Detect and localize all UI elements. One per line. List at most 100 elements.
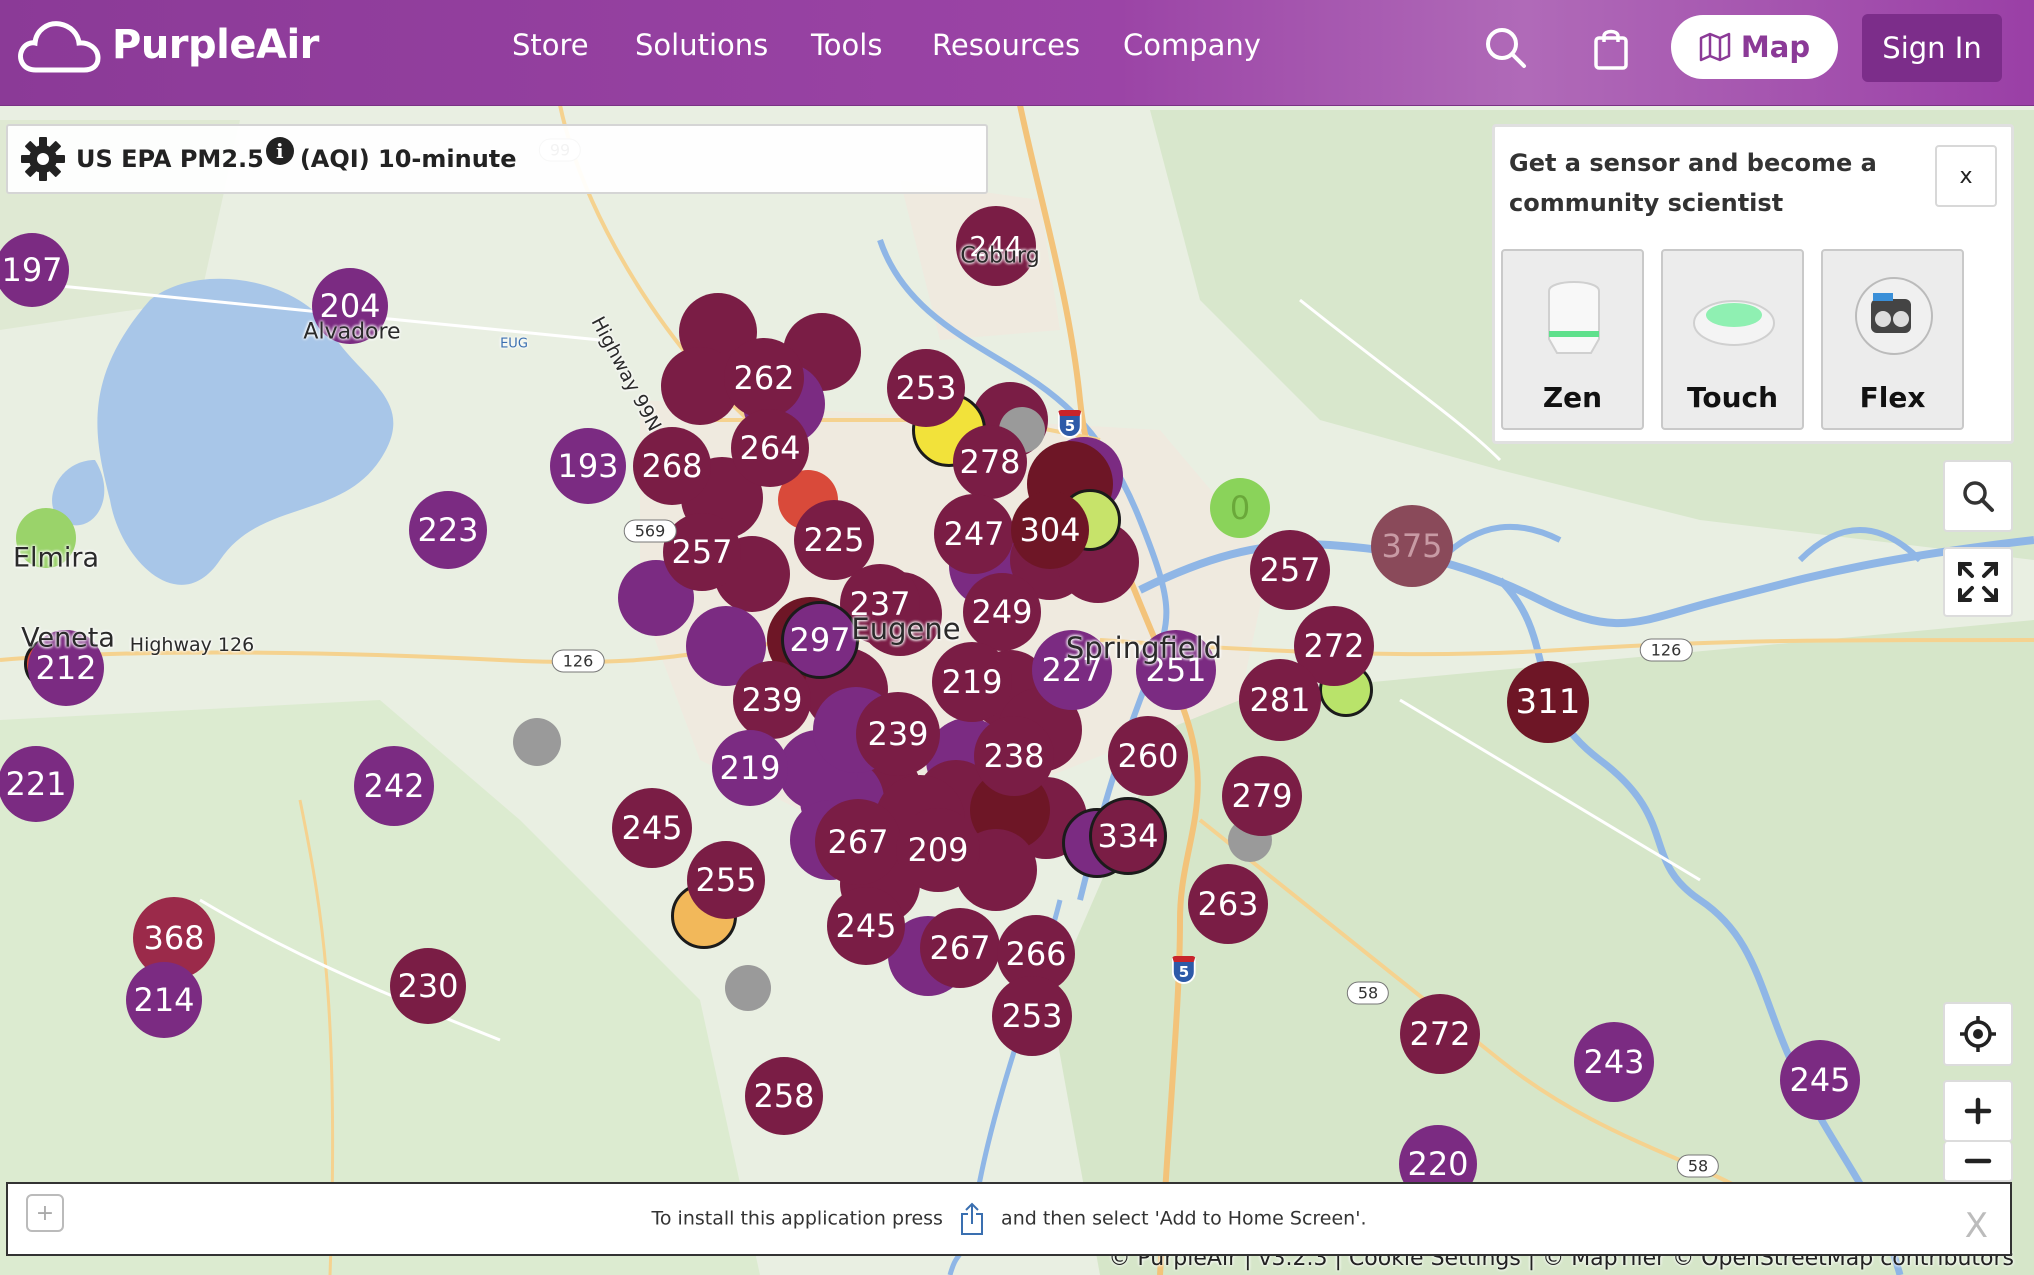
map-icon xyxy=(1699,32,1731,62)
averaging-period-label[interactable]: (AQI) 10-minute xyxy=(300,145,517,173)
zoom-out-button[interactable] xyxy=(1943,1142,2013,1182)
sensor-marker[interactable]: 214 xyxy=(126,962,202,1038)
sensor-marker[interactable]: 281 xyxy=(1239,659,1321,741)
sensor-marker[interactable]: 249 xyxy=(963,573,1041,651)
product-zen-label: Zen xyxy=(1542,381,1603,414)
sensor-marker[interactable]: 239 xyxy=(856,692,940,776)
top-navigation-bar: PurpleAir Store Solutions Tools Resource… xyxy=(0,0,2034,106)
sensor-marker[interactable]: 243 xyxy=(1574,1022,1654,1102)
cloud-logo-icon xyxy=(18,21,101,73)
interstate-shield: 5 xyxy=(1171,956,1197,984)
road-shield: 58 xyxy=(1676,1154,1720,1178)
touch-sensor-icon xyxy=(1693,300,1775,346)
sensor-marker[interactable]: 239 xyxy=(733,661,811,739)
sign-in-button[interactable]: Sign In xyxy=(1862,14,2002,82)
sensor-marker[interactable]: 279 xyxy=(1222,756,1302,836)
sensor-marker[interactable]: 375 xyxy=(1371,505,1453,587)
sensor-marker[interactable]: 267 xyxy=(815,799,901,885)
sensor-marker[interactable]: 257 xyxy=(1250,530,1330,610)
install-close-button[interactable]: X xyxy=(1965,1206,1988,1246)
install-text-before: To install this application press xyxy=(651,1207,943,1230)
product-flex[interactable]: Flex xyxy=(1821,249,1964,430)
sensor-marker[interactable]: 209 xyxy=(896,808,980,892)
sensor-marker[interactable]: 242 xyxy=(354,746,434,826)
nav-solutions[interactable]: Solutions xyxy=(635,28,768,62)
sensor-marker[interactable] xyxy=(16,508,76,568)
sensor-marker[interactable]: 334 xyxy=(1089,797,1167,875)
road-shield: 569 xyxy=(623,519,677,543)
sensor-marker[interactable]: 219 xyxy=(712,730,788,806)
sensor-promo-panel: Get a sensor and become a community scie… xyxy=(1492,124,2014,444)
sensor-marker[interactable]: 260 xyxy=(1108,716,1188,796)
product-flex-label: Flex xyxy=(1859,381,1926,414)
sensor-marker[interactable]: 251 xyxy=(1136,630,1216,710)
sensor-marker[interactable] xyxy=(513,718,561,766)
sensor-marker[interactable]: 212 xyxy=(28,630,104,706)
sensor-marker[interactable]: 223 xyxy=(409,491,487,569)
product-zen[interactable]: Zen xyxy=(1501,249,1644,430)
flex-sensor-icon xyxy=(1855,277,1933,355)
minus-icon xyxy=(1964,1158,1992,1164)
sensor-marker[interactable]: 230 xyxy=(390,948,466,1024)
nav-resources[interactable]: Resources xyxy=(932,28,1080,62)
sensor-marker[interactable]: 238 xyxy=(974,716,1054,796)
plus-icon xyxy=(1964,1097,1992,1125)
sensor-marker[interactable]: 219 xyxy=(932,642,1012,722)
zoom-in-button[interactable] xyxy=(1943,1080,2013,1142)
gear-icon[interactable] xyxy=(20,136,66,182)
sensor-marker[interactable]: 244 xyxy=(956,206,1036,286)
sensor-marker[interactable] xyxy=(725,965,771,1011)
info-icon[interactable]: i xyxy=(265,137,294,165)
road-shield: 126 xyxy=(1639,638,1693,662)
promo-text: Get a sensor and become a community scie… xyxy=(1509,149,1877,217)
install-app-banner: + To install this application press and … xyxy=(6,1182,2012,1256)
share-icon xyxy=(961,1202,983,1235)
sensor-marker[interactable]: 245 xyxy=(612,788,692,868)
fullscreen-button[interactable] xyxy=(1943,547,2013,617)
search-button[interactable] xyxy=(1484,26,1528,70)
sensor-marker[interactable]: 204 xyxy=(312,268,388,344)
sensor-marker[interactable]: 0 xyxy=(1210,478,1270,538)
install-text-after: and then select 'Add to Home Screen'. xyxy=(1001,1207,1367,1230)
map-search-button[interactable] xyxy=(1943,460,2013,532)
sensor-marker[interactable]: 247 xyxy=(934,494,1014,574)
sensor-marker[interactable]: 264 xyxy=(731,409,809,487)
sensor-marker[interactable]: 304 xyxy=(1011,491,1089,569)
fullscreen-icon xyxy=(1958,562,1998,602)
road-shield: 58 xyxy=(1346,981,1390,1005)
interstate-shield: 5 xyxy=(1057,410,1083,438)
promo-close-button[interactable]: x xyxy=(1935,145,1997,207)
zen-sensor-icon xyxy=(1548,281,1600,354)
map-button-label: Map xyxy=(1740,30,1811,64)
install-instructions: To install this application press and th… xyxy=(8,1202,2010,1236)
sensor-marker[interactable]: 267 xyxy=(920,908,1000,988)
shopping-bag-icon xyxy=(1594,29,1628,70)
product-touch[interactable]: Touch xyxy=(1661,249,1804,430)
sensor-marker[interactable]: 278 xyxy=(953,425,1027,499)
sensor-marker[interactable]: 272 xyxy=(1400,994,1480,1074)
sensor-marker[interactable]: 245 xyxy=(827,887,905,965)
sensor-marker[interactable]: 311 xyxy=(1507,661,1589,743)
sensor-marker[interactable]: 193 xyxy=(550,428,626,504)
sensor-marker[interactable]: 263 xyxy=(1188,864,1268,944)
sensor-marker[interactable]: 253 xyxy=(887,349,965,427)
sensor-marker[interactable]: 268 xyxy=(633,427,711,505)
purpleair-logo[interactable]: PurpleAir xyxy=(16,14,319,76)
sensor-marker[interactable]: 253 xyxy=(992,976,1072,1056)
sensor-marker[interactable]: 258 xyxy=(745,1057,823,1135)
nav-company[interactable]: Company xyxy=(1123,28,1261,62)
locate-me-button[interactable] xyxy=(1943,1002,2013,1066)
nav-store[interactable]: Store xyxy=(512,28,589,62)
metric-label[interactable]: US EPA PM2.5 xyxy=(76,145,264,173)
sensor-marker[interactable]: 227 xyxy=(1032,630,1112,710)
nav-tools[interactable]: Tools xyxy=(811,28,882,62)
brand-name: PurpleAir xyxy=(112,22,319,68)
sensor-marker[interactable]: 255 xyxy=(687,841,765,919)
map-settings-bar: US EPA PM2.5 i (AQI) 10-minute xyxy=(6,124,988,194)
sensor-marker[interactable]: 262 xyxy=(724,338,804,418)
sensor-marker[interactable]: 245 xyxy=(1780,1040,1860,1120)
sensor-marker[interactable]: 221 xyxy=(0,746,74,822)
cart-button[interactable] xyxy=(1592,26,1630,70)
product-touch-label: Touch xyxy=(1686,381,1779,414)
map-button[interactable]: Map xyxy=(1671,15,1838,79)
